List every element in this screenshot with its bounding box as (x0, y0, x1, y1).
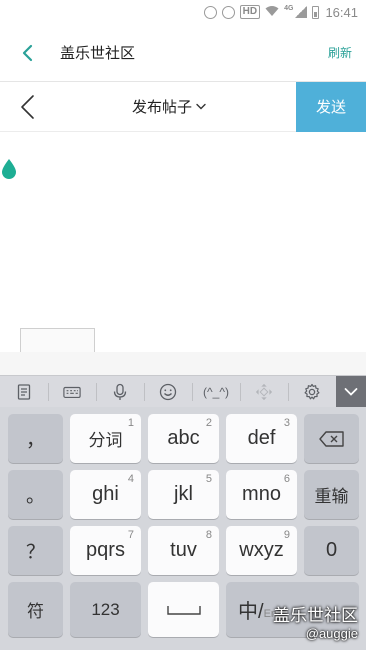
language-label: 中/ (238, 601, 264, 623)
key-number: 9 (283, 529, 290, 541)
gear-icon (304, 383, 320, 399)
keyboard-switch-button[interactable] (48, 376, 96, 408)
key-number: 2 (205, 417, 212, 429)
app-header: 盖乐世社区 刷新 (0, 24, 366, 82)
key-9[interactable]: 9 wxyz (226, 526, 297, 575)
key-comma[interactable]: ， (8, 414, 63, 463)
editor-bottom-strip (0, 352, 366, 375)
key-number: 5 (205, 473, 212, 485)
text-cursor-handle-icon[interactable] (0, 158, 18, 180)
numbers-key[interactable]: 123 (70, 582, 141, 637)
key-label: wxyz (239, 539, 284, 561)
key-2[interactable]: 2 abc (148, 414, 219, 463)
key-label: pqrs (86, 539, 125, 561)
key-8[interactable]: 8 tuv (148, 526, 219, 575)
key-0[interactable]: 0 (304, 526, 359, 575)
key-label: 分词 (88, 431, 123, 450)
key-question[interactable]: ？ (8, 526, 63, 575)
signal-icon (295, 6, 308, 18)
backspace-icon (318, 430, 344, 447)
backspace-key[interactable] (304, 414, 359, 463)
compose-toolbar: 发布帖子 发送 (0, 81, 366, 132)
alarm-icon (221, 5, 235, 19)
watermark-author: @auggie (305, 626, 358, 641)
key-label: abc (167, 427, 200, 449)
image-attachment-placeholder[interactable] (20, 328, 95, 352)
status-icons: HD 4G (203, 4, 320, 20)
arrow-left-icon (21, 94, 34, 119)
keyboard-icon (63, 386, 81, 398)
compose-back-button[interactable] (0, 82, 54, 132)
emoji-icon (159, 383, 177, 400)
clock: 16:41 (325, 4, 358, 20)
symbol-key[interactable]: 符 (8, 582, 63, 637)
data-saver-icon (203, 5, 217, 19)
key-6[interactable]: 6 mno (226, 470, 297, 519)
clipboard-button[interactable] (0, 376, 48, 408)
key-4[interactable]: 4 ghi (70, 470, 141, 519)
post-type-selector[interactable]: 发布帖子 (54, 96, 296, 117)
key-number: 7 (127, 529, 134, 541)
page-title: 盖乐世社区 (60, 45, 136, 62)
post-editor[interactable] (0, 132, 366, 352)
send-button[interactable]: 发送 (296, 81, 366, 132)
key-1[interactable]: 1 分词 (70, 414, 141, 463)
key-label: jkl (174, 483, 193, 505)
reset-input-key[interactable]: 重输 (304, 470, 359, 519)
key-number: 3 (283, 417, 290, 429)
back-button[interactable] (0, 24, 54, 82)
chevron-left-icon (22, 44, 33, 61)
network-type: 4G (284, 4, 294, 12)
emoticon-button[interactable]: (^_^) (192, 376, 240, 408)
key-period[interactable]: 。 (8, 470, 63, 519)
move-icon (255, 383, 273, 400)
cursor-move-button[interactable] (240, 376, 288, 408)
refresh-button[interactable]: 刷新 (328, 44, 352, 61)
post-type-label: 发布帖子 (131, 99, 192, 116)
key-label: tuv (170, 539, 197, 561)
key-number: 8 (205, 529, 212, 541)
battery-icon (312, 5, 320, 19)
space-key[interactable] (148, 582, 219, 637)
wifi-icon (265, 5, 279, 20)
keyboard-settings-button[interactable] (288, 376, 336, 408)
key-label: ghi (92, 483, 119, 505)
chevron-down-icon (196, 103, 206, 110)
key-label: mno (242, 483, 281, 505)
watermark: 盖乐世社区 @auggie (273, 606, 358, 642)
watermark-title: 盖乐世社区 (273, 606, 358, 625)
hd-voice-icon: HD (239, 5, 261, 19)
key-number: 6 (283, 473, 290, 485)
voice-input-button[interactable] (96, 376, 144, 408)
hide-keyboard-button[interactable] (336, 375, 366, 408)
status-bar: HD 4G 16:41 (0, 0, 366, 24)
clipboard-icon (17, 383, 31, 400)
chevron-down-icon (344, 387, 358, 396)
key-5[interactable]: 5 jkl (148, 470, 219, 519)
keyboard-toolbar: (^_^) (0, 375, 366, 408)
emoji-button[interactable] (144, 376, 192, 408)
key-number: 1 (127, 417, 134, 429)
key-3[interactable]: 3 def (226, 414, 297, 463)
ime-keyboard: ， 1 分词 2 abc 3 def 。 4 ghi 5 jkl 6 mno 重… (0, 407, 366, 650)
key-7[interactable]: 7 pqrs (70, 526, 141, 575)
key-label: def (247, 427, 276, 449)
key-number: 4 (127, 473, 134, 485)
microphone-icon (113, 383, 127, 400)
space-icon (166, 605, 201, 615)
